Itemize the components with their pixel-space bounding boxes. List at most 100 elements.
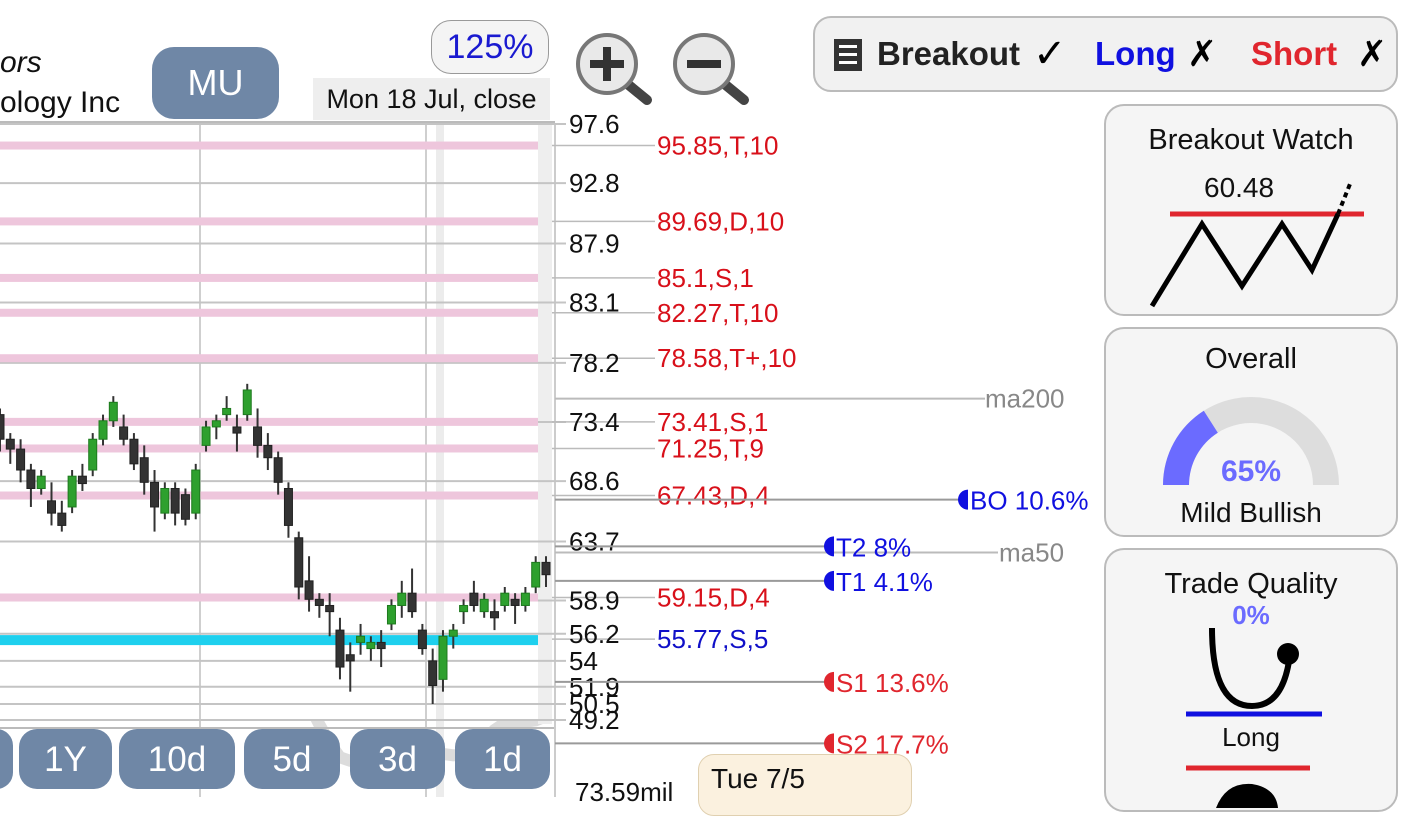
candle-body: [510, 598, 520, 606]
marker-label-3: S1 13.6%: [836, 668, 949, 698]
marker-cap-icon-2: [824, 570, 834, 591]
level-label-4: 78.58,T+,10: [657, 343, 797, 373]
price-tick-label: 97.6: [569, 109, 620, 139]
price-tick-label: 49.2: [569, 705, 620, 735]
zoom-out-icon[interactable]: [670, 30, 752, 105]
level-label-6: 71.25,T,9: [657, 433, 764, 463]
candle-body: [417, 629, 427, 650]
candle-body: [489, 611, 499, 619]
level-band-5: [0, 417, 538, 426]
overall-card[interactable]: Overall 65% Mild Bullish: [1104, 327, 1398, 537]
candle-body: [314, 598, 324, 606]
breakout-pattern-icon: [1149, 183, 1364, 308]
level-label-3: 82.27,T,10: [657, 298, 778, 328]
candle-body: [129, 438, 139, 465]
candle-body: [407, 592, 417, 613]
candle-body: [366, 641, 376, 650]
level-label-2: 85.1,S,1: [657, 263, 754, 293]
candle-body: [26, 469, 36, 489]
price-tick-label: 87.9: [569, 228, 620, 258]
candle-body: [5, 438, 15, 450]
level-band-0: [0, 141, 538, 150]
target-markers: ma200ma50BO 10.6%T2 8%T1 4.1%S1 13.6%S2 …: [555, 384, 1089, 759]
timeframe-button-1d[interactable]: 1d: [455, 729, 550, 789]
candle-body: [191, 469, 201, 514]
candle-body: [428, 660, 438, 687]
level-band-4: [0, 354, 538, 363]
trade-quality-title: Trade Quality: [1164, 568, 1338, 600]
ticker-button[interactable]: MU: [152, 47, 279, 119]
timeframe-button-1y[interactable]: 1Y: [19, 729, 112, 789]
price-tick-label: 56.2: [569, 619, 620, 649]
candle-body: [335, 629, 345, 668]
level-label-8: 59.15,D,4: [657, 582, 770, 612]
ma200-label: ma200: [985, 384, 1065, 414]
marker-cap-icon-0: [958, 489, 968, 510]
candle-body: [242, 389, 252, 416]
candle-body: [180, 494, 190, 520]
zoom-level[interactable]: 125%: [431, 20, 549, 74]
trade-quality-bottom-icon: [1186, 765, 1310, 808]
candle-body: [170, 487, 180, 514]
candle-body: [253, 426, 263, 446]
long-cross-icon: ✗: [1187, 33, 1218, 74]
candle-body: [500, 592, 510, 606]
short-signal-label[interactable]: Short: [1251, 34, 1337, 74]
level-label-1: 89.69,D,10: [657, 206, 784, 236]
date-tooltip: Tue 7/5: [698, 754, 912, 816]
short-cross-icon: ✗: [1357, 33, 1388, 74]
marker-cap-icon-4: [824, 733, 834, 754]
timeframe-button-3d[interactable]: 3d: [350, 729, 445, 789]
company-name-line1: ors: [0, 46, 42, 79]
marker-label-2: T1 4.1%: [836, 567, 933, 597]
level-label-7: 67.43,D,4: [657, 481, 770, 511]
candle-body: [283, 487, 293, 526]
breakout-signal-label[interactable]: Breakout: [877, 34, 1020, 74]
candle-body: [119, 426, 129, 440]
price-tick-label: 58.9: [569, 586, 620, 616]
zoom-in-icon[interactable]: [573, 30, 655, 105]
candle-body: [397, 592, 407, 606]
price-tick-label: 92.8: [569, 168, 620, 198]
candle-body: [459, 604, 469, 613]
candle-body: [88, 438, 98, 471]
level-band-2: [0, 273, 538, 282]
timeframe-button-partial[interactable]: [0, 729, 13, 789]
menu-icon[interactable]: [833, 38, 863, 72]
candle-body: [201, 426, 211, 446]
level-band-8: [0, 593, 538, 602]
trade-quality-pattern-icon: [1186, 627, 1322, 717]
candle-body: [376, 641, 386, 650]
candle-body: [47, 500, 57, 514]
candle-body: [16, 448, 26, 471]
breakout-check-icon: ✓: [1033, 32, 1067, 76]
candle-body: [232, 426, 242, 434]
overall-percent: 65%: [1220, 455, 1282, 488]
candle-body: [438, 635, 448, 680]
company-name-line2: ology Inc: [0, 86, 121, 119]
date-label: Mon 18 Jul, close: [313, 78, 550, 120]
candle-body: [67, 475, 77, 508]
trade-quality-card[interactable]: Trade Quality 0% Long: [1104, 548, 1398, 812]
timeframe-button-5d[interactable]: 5d: [244, 729, 340, 789]
candle-body: [222, 407, 232, 416]
level-label-9: 55.77,S,5: [657, 624, 768, 654]
candle-body: [345, 654, 355, 662]
candle-body: [160, 487, 170, 514]
price-tick-label: 68.6: [569, 466, 620, 496]
volume-label: 73.59mil: [575, 777, 674, 807]
breakout-watch-title: Breakout Watch: [1148, 124, 1354, 156]
candle-body: [98, 420, 108, 440]
candle-body: [139, 457, 149, 483]
candle-body: [469, 592, 479, 606]
marker-cap-icon-3: [824, 671, 834, 692]
candle-body: [150, 481, 160, 508]
long-signal-label[interactable]: Long: [1095, 34, 1176, 74]
breakout-watch-card[interactable]: Breakout Watch 60.48: [1104, 104, 1398, 316]
candle-body: [541, 561, 551, 576]
timeframe-button-10d[interactable]: 10d: [119, 729, 235, 789]
candle-body: [294, 537, 304, 588]
price-tick-label: 73.4: [569, 407, 620, 437]
candle-body: [77, 475, 87, 485]
price-tick-label: 83.1: [569, 288, 620, 318]
